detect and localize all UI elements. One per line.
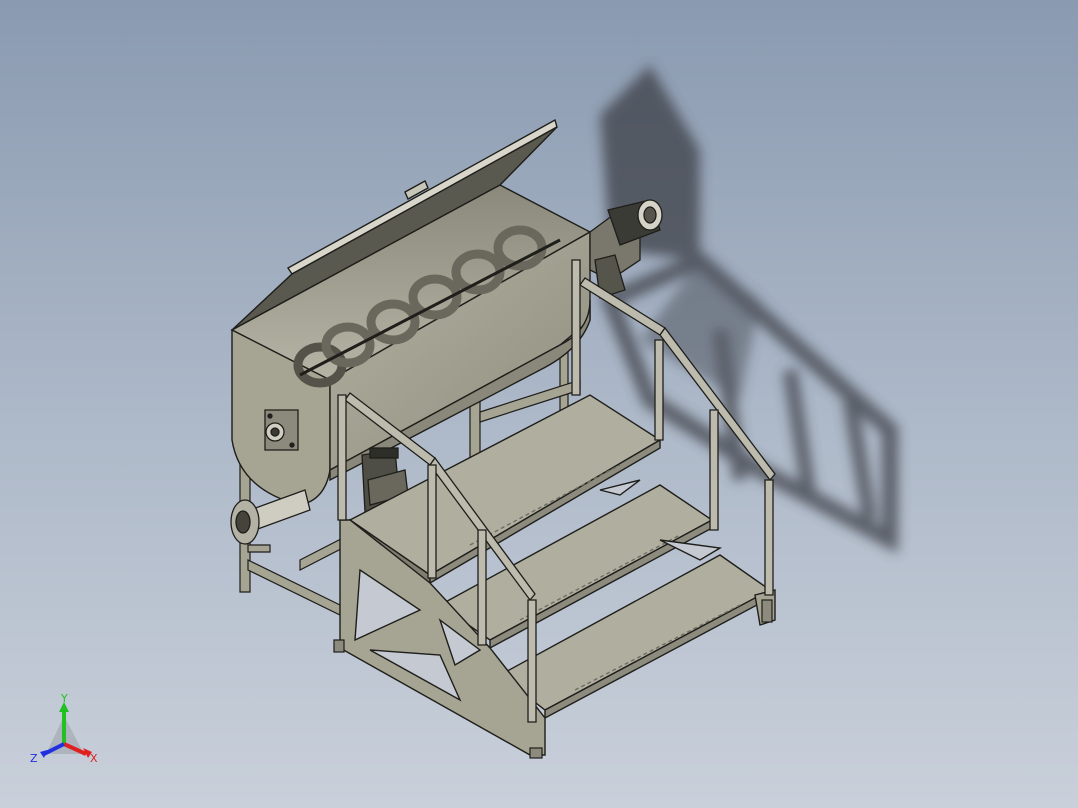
end-bearing[interactable] [264,409,299,451]
y-axis-label: Y [60,694,68,705]
3d-viewport[interactable]: Y X Z [0,0,1078,808]
model-view[interactable] [0,0,1078,808]
orientation-triad[interactable]: Y X Z [28,694,104,770]
z-axis-label: Z [30,752,38,765]
x-axis-label: X [90,752,98,765]
cast-shadow [599,65,898,554]
